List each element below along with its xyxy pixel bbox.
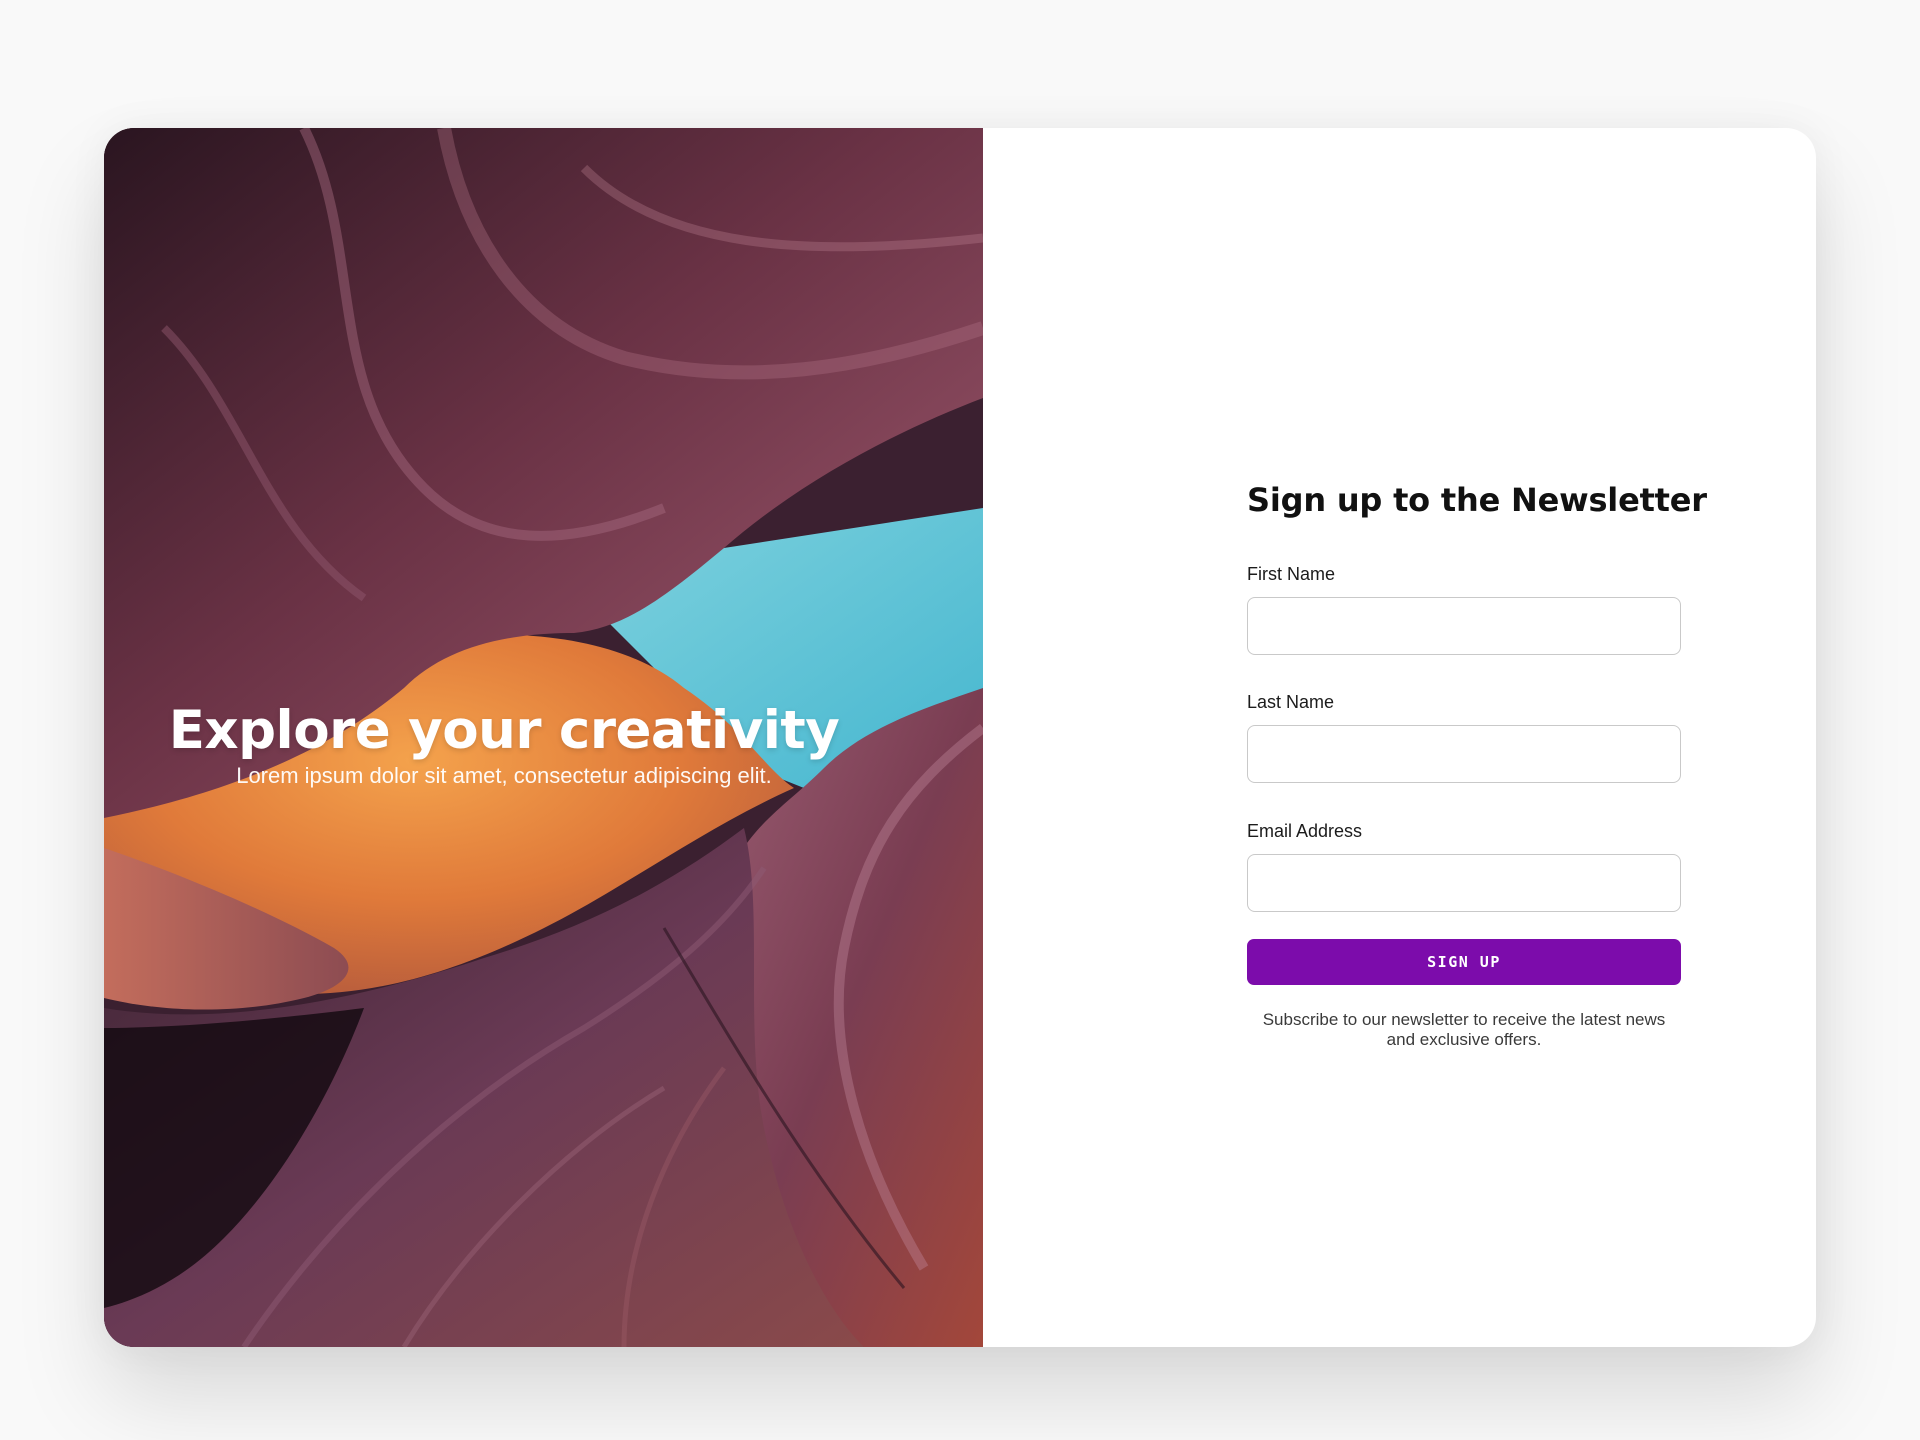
hero-title: Explore your creativity [168, 700, 840, 761]
first-name-label: First Name [1247, 564, 1336, 584]
hero-text-block: Explore your creativity Lorem ipsum dolo… [104, 699, 904, 789]
newsletter-note: Subscribe to our newsletter to receive t… [1262, 1010, 1666, 1049]
newsletter-form: Sign up to the Newsletter First Name Las… [1247, 478, 1707, 1050]
sign-up-button[interactable]: SIGN UP [1247, 939, 1681, 985]
last-name-label: Last Name [1247, 692, 1335, 712]
form-panel: Sign up to the Newsletter First Name Las… [983, 128, 1816, 1347]
email-input[interactable] [1247, 854, 1681, 912]
last-name-input[interactable] [1247, 725, 1681, 783]
first-name-input[interactable] [1247, 597, 1681, 655]
hero-panel: Explore your creativity Lorem ipsum dolo… [104, 128, 983, 1347]
hero-subtitle: Lorem ipsum dolor sit amet, consectetur … [236, 763, 772, 788]
email-label: Email Address [1247, 821, 1363, 841]
newsletter-card: Explore your creativity Lorem ipsum dolo… [104, 128, 1816, 1347]
form-title: Sign up to the Newsletter [1247, 481, 1707, 519]
